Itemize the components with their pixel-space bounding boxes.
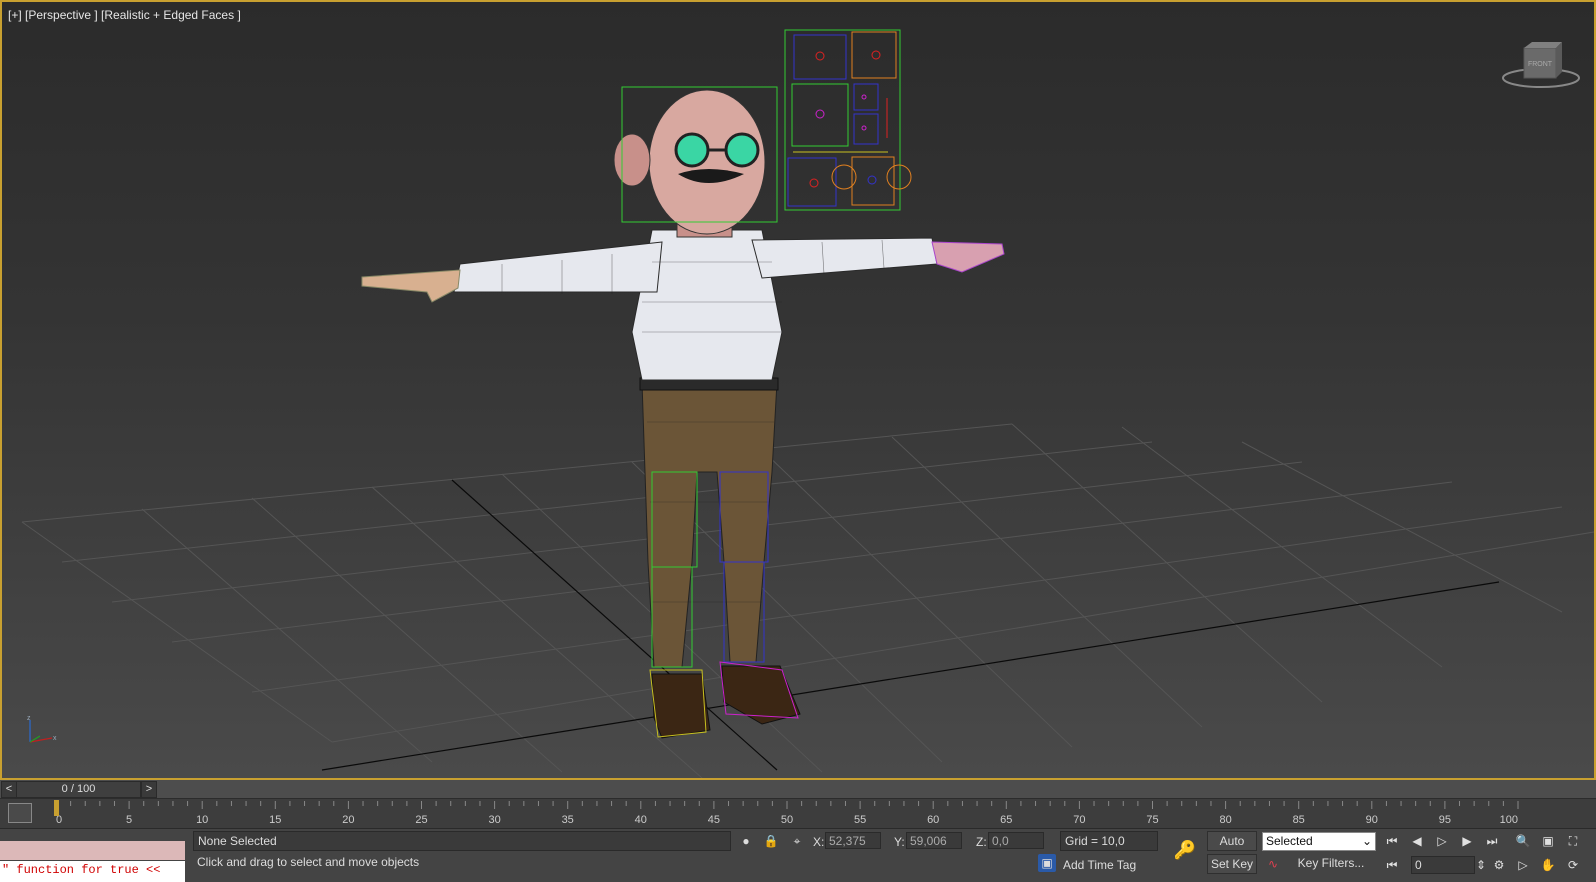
maxscript-input[interactable] [0,841,185,860]
track-bar[interactable]: 0 5 10 15 20 25 30 35 40 45 50 55 60 65 70 75 80 85 90 95 10… [0,798,1596,829]
current-frame-field[interactable]: 0 [1411,856,1475,874]
x-label: X: [813,835,825,849]
key-mode-select[interactable]: Selected ⌄ [1262,832,1376,851]
track-tick-label: 65 [1000,814,1012,826]
scene-render[interactable] [2,2,1594,778]
x-coordinate-field[interactable]: 52,375 [825,832,881,849]
track-tick-label: 20 [342,814,354,826]
track-tick-label: 90 [1366,814,1378,826]
character-right-shoe [721,665,801,725]
track-tick-label: 60 [927,814,939,826]
track-tick-label: 85 [1293,814,1305,826]
track-tick-label: 15 [269,814,281,826]
track-tick-label: 80 [1219,814,1231,826]
time-tag-icon[interactable]: ▣ [1038,854,1056,872]
character-left-shoe [651,673,711,739]
character-ear [613,133,651,187]
set-key-button[interactable]: Set Key [1207,854,1257,874]
zoom-all-icon[interactable]: ▣ [1538,831,1558,851]
time-configuration-icon[interactable]: ⚙ [1489,855,1509,875]
key-icon[interactable]: 🔑 [1173,841,1197,859]
goto-start-icon[interactable]: ⏮ [1382,831,1402,851]
add-time-tag[interactable]: Add Time Tag [1063,858,1136,872]
axis-tripod-icon: z x [27,716,57,743]
isolate-icon[interactable]: ● [737,832,755,850]
track-tick-label: 10 [196,814,208,826]
selection-status: None Selected [193,831,731,851]
track-ruler[interactable]: 0 5 10 15 20 25 30 35 40 45 50 55 60 65 70 75 80 85 90 95 10… [52,799,1552,829]
track-tick-label: 40 [635,814,647,826]
world-axis-lines [321,479,1500,771]
track-tick-label: 75 [1146,814,1158,826]
zoom-extents-icon[interactable]: ⛶ [1563,831,1583,851]
svg-text:z: z [27,716,31,722]
track-tick-label: 25 [415,814,427,826]
track-tick-label: 100 [1500,814,1518,826]
time-slider-next-button[interactable]: > [141,781,157,798]
z-coordinate-field[interactable]: 0,0 [988,832,1044,849]
previous-frame-icon[interactable]: ◀ [1407,831,1427,851]
chevron-down-icon: ⌄ [1361,834,1372,848]
goto-end-icon[interactable]: ⏭ [1482,831,1502,851]
y-coordinate-field[interactable]: 59,006 [906,832,962,849]
key-filters-button[interactable]: Key Filters... [1287,854,1375,874]
track-tick-label: 70 [1073,814,1085,826]
viewport-label[interactable]: [+] [Perspective ] [Realistic + Edged Fa… [8,8,241,22]
maxscript-output[interactable]: " function for true << [0,861,185,882]
track-tick-label: 55 [854,814,866,826]
pan-icon[interactable]: ✋ [1538,855,1558,875]
perspective-viewport[interactable]: [+] [Perspective ] [Realistic + Edged Fa… [0,0,1596,780]
facial-control-panel [784,29,912,211]
lock-selection-icon[interactable]: 🔒 [762,832,780,850]
track-tick-label: 95 [1439,814,1451,826]
viewcube-icon[interactable]: FRONT [1500,40,1582,92]
character-left-hand [361,269,461,303]
track-tick-label: 5 [126,814,132,826]
key-mode-selected: Selected [1266,834,1313,848]
zoom-icon[interactable]: 🔍 [1513,831,1533,851]
grid-size: Grid = 10,0 [1060,831,1158,851]
status-bar: " function for true << None Selected Cli… [0,828,1596,882]
ground-grid [21,423,1594,778]
next-frame-icon[interactable]: ▶ [1457,831,1477,851]
prompt-line: Click and drag to select and move object… [193,853,1031,875]
track-tick-label: 30 [488,814,500,826]
absolute-mode-icon[interactable]: ⌖ [788,832,806,850]
viewcube-face-label: FRONT [1528,61,1553,68]
character-right-hand [931,241,1005,273]
character-left-arm [453,241,663,293]
character-legs [641,381,778,668]
y-label: Y: [894,835,905,849]
play-icon[interactable]: ▷ [1432,831,1452,851]
field-of-view-icon[interactable]: ▷ [1513,855,1533,875]
orbit-icon[interactable]: ⟳ [1563,855,1583,875]
svg-text:x: x [53,735,57,742]
maxscript-listener[interactable]: " function for true << [0,841,186,882]
time-slider[interactable]: < 0 / 100 > [0,780,1596,798]
character-right-arm [751,237,938,279]
track-tick-label: 50 [781,814,793,826]
key-mode-toggle-icon[interactable]: ⏮ [1382,855,1402,875]
auto-key-button[interactable]: Auto Key [1207,831,1257,866]
time-slider-thumb[interactable]: 0 / 100 [16,781,141,798]
track-tick-label: 35 [562,814,574,826]
time-slider-prev-button[interactable]: < [1,781,17,798]
z-label: Z: [976,835,987,849]
track-tick-label: 45 [708,814,720,826]
frame-spinner-icon[interactable]: ⇕ [1475,855,1487,875]
curve-editor-icon[interactable] [8,803,32,823]
curve-icon[interactable]: ∿ [1264,855,1282,873]
current-frame-marker[interactable] [54,800,59,816]
